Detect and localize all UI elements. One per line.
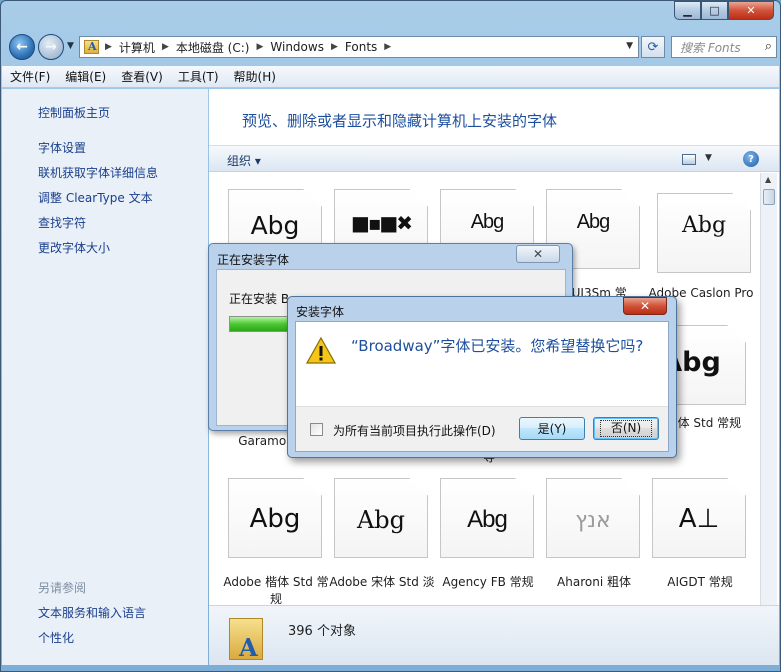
progress-fill — [230, 317, 294, 331]
close-icon: ✕ — [532, 247, 544, 261]
font-label: Agency FB 常规 — [442, 575, 534, 589]
install-font-confirm-dialog: 安装字体 ✕ “Broadway”字体已安装。您希望替换它吗? 为所有当前项目执… — [287, 296, 677, 458]
link-text-services[interactable]: 文本服务和输入语言 — [38, 604, 146, 621]
details-pane: 396 个对象 — [209, 605, 779, 665]
breadcrumb-windows[interactable]: Windows — [270, 40, 324, 54]
font-sample: Abg — [681, 213, 727, 238]
menu-file[interactable]: 文件(F) — [10, 68, 50, 85]
link-find-character[interactable]: 查找字符 — [38, 214, 86, 231]
confirm-message: “Broadway”字体已安装。您希望替换它吗? — [351, 337, 644, 355]
link-cleartype[interactable]: 调整 ClearType 文本 — [38, 189, 153, 206]
font-sample: Abg — [576, 211, 611, 233]
chevron-right-icon[interactable]: ▶ — [256, 42, 263, 52]
link-change-font-size[interactable]: 更改字体大小 — [38, 239, 110, 256]
link-personalization[interactable]: 个性化 — [38, 629, 74, 646]
confirm-close-button[interactable]: ✕ — [623, 297, 667, 315]
maximize-button[interactable]: □ — [701, 1, 728, 20]
font-label: Adobe 楷体 Std 常规 — [223, 575, 329, 606]
font-sample: Abg — [470, 211, 505, 233]
warning-icon — [306, 336, 336, 364]
dialog-title: 安装字体 — [296, 305, 345, 319]
apply-to-all-label[interactable]: 为所有当前项目执行此操作(D) — [333, 422, 496, 439]
refresh-icon: ⟳ — [647, 39, 659, 55]
fonts-folder-icon — [229, 618, 263, 662]
view-options-dropdown[interactable]: ▼ — [705, 153, 712, 163]
chevron-right-icon[interactable]: ▶ — [331, 42, 338, 52]
chevron-right-icon[interactable]: ▶ — [162, 42, 169, 52]
font-label: AIGDT 常规 — [667, 575, 733, 589]
font-sample: A⊥ — [678, 504, 720, 534]
close-button[interactable]: ✕ — [728, 1, 774, 20]
link-control-panel-home[interactable]: 控制面板主页 — [38, 104, 110, 121]
progress-close-button[interactable]: ✕ — [516, 245, 560, 263]
font-sample: Abg — [249, 504, 301, 534]
font-sample: Abg — [250, 211, 300, 240]
search-placeholder: 搜索 Fonts — [680, 40, 741, 55]
no-button[interactable]: 否(N) — [593, 417, 659, 440]
recent-pages-dropdown[interactable]: ▼ — [67, 41, 74, 51]
menu-view[interactable]: 查看(V) — [121, 68, 163, 85]
font-sample: אנץ — [575, 508, 611, 533]
scroll-thumb[interactable] — [763, 189, 775, 205]
font-label: Aharoni 粗体 — [557, 575, 631, 589]
change-view-icon[interactable] — [682, 154, 696, 165]
breadcrumb-computer[interactable]: 计算机 — [119, 39, 155, 56]
explorer-window: ▁ □ ✕ ← → ▼ ▶ 计算机 ▶ 本地磁盘 (C:) ▶ Windows … — [0, 0, 781, 672]
yes-button[interactable]: 是(Y) — [519, 417, 585, 440]
search-icon[interactable]: ⌕ — [765, 39, 772, 54]
menu-help[interactable]: 帮助(H) — [234, 68, 276, 85]
breadcrumb-fonts[interactable]: Fonts — [345, 40, 377, 54]
navigation-pane: 控制面板主页 字体设置 联机获取字体详细信息 调整 ClearType 文本 查… — [2, 89, 208, 665]
navigation-bar: ← → ▼ ▶ 计算机 ▶ 本地磁盘 (C:) ▶ Windows ▶ Font… — [9, 33, 777, 61]
dialog-title: 正在安装字体 — [217, 253, 290, 267]
command-bar: 组织 ▾ ▼ ? — [209, 145, 779, 172]
chevron-right-icon[interactable]: ▶ — [105, 42, 112, 52]
close-icon: ✕ — [639, 299, 651, 313]
arrow-right-icon: → — [45, 39, 57, 55]
font-sample: Abg — [467, 506, 508, 533]
back-button[interactable]: ← — [9, 34, 35, 60]
breadcrumb-local-disk[interactable]: 本地磁盘 (C:) — [176, 39, 250, 56]
vertical-scrollbar[interactable]: ▲ — [760, 173, 777, 605]
link-font-info-online[interactable]: 联机获取字体详细信息 — [38, 164, 158, 181]
font-sample: ■▪■✖ — [350, 211, 413, 235]
menu-bar: 文件(F) 编辑(E) 查看(V) 工具(T) 帮助(H) — [2, 66, 779, 88]
forward-button[interactable]: → — [38, 34, 64, 60]
organize-button[interactable]: 组织 ▾ — [227, 152, 261, 169]
search-input[interactable]: 搜索 Fonts ⌕ — [671, 36, 777, 58]
help-icon[interactable]: ? — [743, 151, 759, 167]
page-title: 预览、删除或者显示和隐藏计算机上安装的字体 — [242, 112, 558, 130]
font-tile[interactable]: אנץ Aharoni 粗体 — [546, 478, 642, 589]
menu-edit[interactable]: 编辑(E) — [65, 68, 106, 85]
font-label: Adobe 宋体 Std 淡 — [329, 575, 435, 589]
address-dropdown-icon[interactable]: ▼ — [626, 41, 633, 51]
item-count: 396 个对象 — [288, 624, 356, 639]
fonts-folder-icon — [84, 40, 99, 54]
minimize-button[interactable]: ▁ — [674, 1, 701, 20]
refresh-button[interactable]: ⟳ — [641, 36, 665, 58]
no-button-label: 否(N) — [599, 420, 653, 437]
arrow-left-icon: ← — [16, 39, 28, 55]
dialog-footer: 为所有当前项目执行此操作(D) 是(Y) 否(N) — [296, 406, 668, 451]
menu-tools[interactable]: 工具(T) — [178, 68, 219, 85]
font-tile[interactable]: Abg Adobe 楷体 Std 常规 — [223, 478, 329, 606]
apply-to-all-checkbox[interactable] — [310, 423, 323, 436]
see-also-heading: 另请参阅 — [38, 581, 87, 595]
font-tile[interactable]: Abg Adobe 宋体 Std 淡 — [329, 478, 435, 589]
confirm-dialog-body: “Broadway”字体已安装。您希望替换它吗? 为所有当前项目执行此操作(D)… — [295, 321, 669, 452]
caption-buttons: ▁ □ ✕ — [674, 1, 774, 20]
title-bar[interactable]: ▁ □ ✕ — [1, 1, 780, 31]
font-tile[interactable]: Abg Agency FB 常规 — [440, 478, 536, 589]
chevron-right-icon[interactable]: ▶ — [384, 42, 391, 52]
font-sample: Abg — [356, 506, 406, 534]
font-tile[interactable]: A⊥ AIGDT 常规 — [652, 478, 748, 589]
link-font-settings[interactable]: 字体设置 — [38, 139, 86, 156]
yes-button-label: 是(Y) — [537, 422, 567, 436]
address-bar[interactable]: ▶ 计算机 ▶ 本地磁盘 (C:) ▶ Windows ▶ Fonts ▶ ▼ — [79, 36, 639, 58]
scroll-up-icon[interactable]: ▲ — [765, 175, 771, 184]
font-tile[interactable]: Abg Adobe Caslon Pro — [649, 193, 753, 300]
